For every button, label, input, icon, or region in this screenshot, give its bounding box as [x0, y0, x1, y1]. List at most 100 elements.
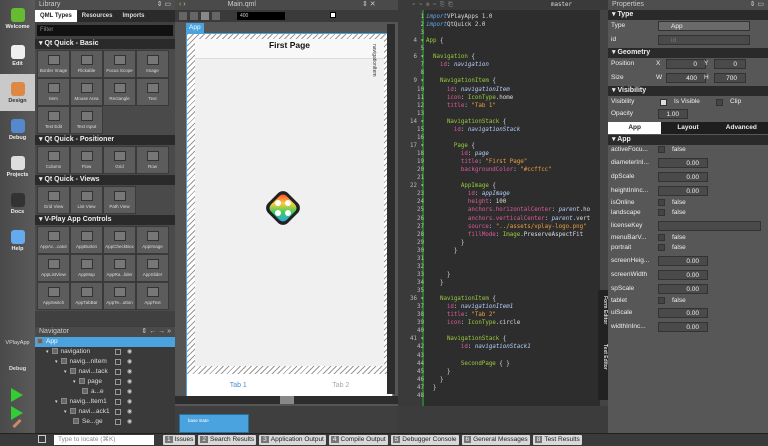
library-item[interactable]: List View: [70, 186, 103, 214]
navigator-item[interactable]: a...e ◉: [35, 387, 175, 397]
library-section[interactable]: ▾ Qt Quick - Basic: [35, 39, 175, 49]
eye-icon[interactable]: ◉: [127, 407, 132, 417]
export-checkbox[interactable]: [115, 399, 121, 405]
run-icon[interactable]: [11, 388, 23, 402]
eye-icon[interactable]: ◉: [127, 357, 132, 367]
property-spinbox[interactable]: 0.00: [658, 157, 708, 168]
mode-projects[interactable]: Projects: [0, 148, 35, 185]
library-item[interactable]: AppSlider: [136, 254, 169, 282]
toggle-sidebar-icon[interactable]: [38, 435, 46, 443]
library-item[interactable]: AppSwitch: [37, 282, 70, 310]
branch-label[interactable]: master: [551, 0, 572, 10]
library-item[interactable]: Image: [136, 50, 169, 78]
app-preview[interactable]: First Page navigationItem Tab 1 Tab 2: [186, 33, 393, 397]
canvas-hscrollbar[interactable]: [175, 396, 398, 404]
property-spinbox[interactable]: 0.00: [658, 269, 708, 280]
output-pane-test-results[interactable]: 8 Test Results: [532, 435, 582, 445]
y-field[interactable]: 0: [714, 59, 746, 69]
export-checkbox[interactable]: [115, 419, 121, 425]
output-pane-search-results[interactable]: 2 Search Results: [198, 435, 257, 445]
output-pane-general-messages[interactable]: 6 General Messages: [461, 435, 530, 445]
type-field[interactable]: App: [658, 21, 750, 31]
library-tab-0[interactable]: QML Types: [35, 10, 77, 22]
export-checkbox[interactable]: [115, 409, 121, 415]
library-item[interactable]: AppButton: [70, 226, 103, 254]
library-item[interactable]: AppText: [136, 282, 169, 310]
eye-icon[interactable]: ◉: [127, 347, 132, 357]
close-file-icon[interactable]: ⇕ ✕: [362, 0, 376, 10]
navigator-item[interactable]: ▾ navi...ack1 ◉: [35, 407, 175, 417]
anchor-tools[interactable]: [179, 12, 229, 20]
property-checkbox[interactable]: [658, 244, 665, 251]
output-pane-application-output[interactable]: 3 Application Output: [259, 435, 326, 445]
property-spinbox[interactable]: 0.00: [658, 283, 708, 294]
tab-2[interactable]: Tab 2: [332, 382, 349, 389]
properties-tab-advanced[interactable]: Advanced: [715, 122, 768, 134]
debug-run-icon[interactable]: [11, 406, 23, 420]
library-item[interactable]: Text Input: [70, 106, 103, 134]
properties-tab-app[interactable]: App: [608, 122, 662, 134]
export-checkbox[interactable]: [115, 389, 121, 395]
export-checkbox[interactable]: [115, 349, 121, 355]
library-item[interactable]: Row: [136, 146, 169, 174]
export-checkbox[interactable]: [115, 379, 121, 385]
color-picker[interactable]: [330, 12, 336, 18]
type-section[interactable]: ▾ Type: [608, 10, 768, 20]
canvas-scrollbar[interactable]: [387, 24, 395, 394]
mode-docs[interactable]: Docs: [0, 185, 35, 222]
library-item[interactable]: AppMap: [70, 254, 103, 282]
export-checkbox[interactable]: [115, 369, 121, 375]
library-section[interactable]: ▾ Qt Quick - Views: [35, 175, 175, 185]
property-spinbox[interactable]: 0.00: [658, 308, 708, 318]
state-base[interactable]: base state: [179, 414, 249, 433]
property-spinbox[interactable]: 0.00: [658, 322, 708, 332]
library-item[interactable]: AppAc...cator: [37, 226, 70, 254]
output-pane-issues[interactable]: 1 Issues: [163, 435, 196, 445]
library-item[interactable]: AppListView: [37, 254, 70, 282]
expand-arrow-icon[interactable]: ▾: [64, 369, 67, 375]
property-checkbox[interactable]: [658, 233, 665, 241]
property-checkbox[interactable]: [658, 198, 665, 206]
opacity-field[interactable]: 1.00: [658, 109, 688, 119]
expand-arrow-icon[interactable]: ▾: [73, 379, 76, 385]
library-tab-1[interactable]: Resources: [77, 10, 118, 22]
width-field[interactable]: 400: [237, 12, 285, 20]
mode-welcome[interactable]: Welcome: [0, 0, 35, 37]
navigator-item[interactable]: ▾ page ◉: [35, 377, 175, 387]
code-editor[interactable]: ↶ ↷ ⊗ ✂ ⎘ ⎗ master 1 importVPlayApps 1.0…: [398, 0, 608, 406]
library-item[interactable]: Focus Scope: [103, 50, 136, 78]
eye-icon[interactable]: ◉: [127, 377, 132, 387]
property-spinbox[interactable]: 0.00: [658, 185, 708, 196]
library-item[interactable]: Text: [136, 78, 169, 106]
clip-checkbox[interactable]: [716, 99, 723, 106]
expand-arrow-icon[interactable]: ▾: [46, 349, 49, 355]
library-item[interactable]: Rectangle: [103, 78, 136, 106]
property-checkbox[interactable]: [658, 146, 665, 153]
property-checkbox[interactable]: [658, 209, 665, 216]
eye-icon[interactable]: ◉: [127, 367, 132, 377]
eye-icon[interactable]: ◉: [127, 397, 132, 407]
id-field[interactable]: id: [658, 35, 750, 45]
eye-icon[interactable]: ◉: [127, 387, 132, 397]
output-pane-compile-output[interactable]: 4 Compile Output: [328, 435, 388, 445]
library-item[interactable]: AppTabBar: [70, 282, 103, 310]
visibility-section[interactable]: ▾ Visibility: [608, 86, 768, 96]
library-item[interactable]: Item: [37, 78, 70, 106]
app-section[interactable]: ▾ App: [608, 135, 768, 145]
is-visible-checkbox[interactable]: [660, 99, 667, 106]
property-spinbox[interactable]: 0.00: [658, 255, 708, 266]
library-item[interactable]: AppTe...utton: [103, 282, 136, 310]
library-tab-2[interactable]: Imports: [117, 10, 149, 22]
x-field[interactable]: 0: [666, 59, 706, 69]
library-item[interactable]: AppRa...lider: [103, 254, 136, 282]
library-item[interactable]: AppImage: [136, 226, 169, 254]
navigator-arrows-icon[interactable]: ⇕ ← → »: [141, 327, 171, 337]
build-hammer-icon[interactable]: [12, 418, 22, 429]
navigator-item[interactable]: App: [35, 337, 175, 347]
expand-arrow-icon[interactable]: ▾: [64, 409, 67, 415]
library-item[interactable]: Flow: [70, 146, 103, 174]
eye-icon[interactable]: ◉: [127, 417, 132, 427]
property-checkbox[interactable]: [658, 296, 665, 304]
tab-1[interactable]: Tab 1: [230, 382, 247, 389]
width-prop-field[interactable]: 400: [666, 73, 706, 83]
